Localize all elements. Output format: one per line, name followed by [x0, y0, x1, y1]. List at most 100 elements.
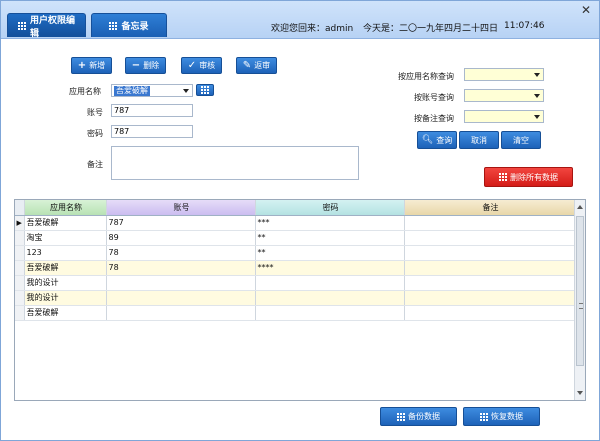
chevron-down-icon [183, 89, 189, 93]
cell-account[interactable] [106, 275, 256, 291]
cell-account[interactable]: 78 [106, 245, 256, 261]
account-label: 账号 [87, 108, 103, 117]
vertical-scrollbar[interactable] [574, 200, 585, 400]
note-textarea[interactable] [111, 146, 359, 180]
chevron-down-icon [534, 73, 540, 77]
cell-password[interactable]: **** [255, 260, 405, 276]
tab-label: 备忘录 [121, 22, 149, 32]
data-grid[interactable]: 应用名称 账号 密码 备注 ▶ 吾爱破解 787 *** 淘宝 89 ** 12… [14, 199, 586, 401]
cell-account[interactable]: 78 [106, 260, 256, 276]
table-row[interactable]: 吾爱破解 78 **** [15, 260, 576, 276]
column-header-password[interactable]: 密码 [255, 200, 405, 216]
welcome-text: 欢迎您回来：admin [271, 24, 354, 34]
table-row[interactable]: ▶ 吾爱破解 787 *** [15, 215, 576, 231]
chevron-down-icon [534, 115, 540, 119]
cell-password[interactable] [255, 305, 405, 321]
table-row[interactable]: 123 78 ** [15, 245, 576, 261]
app-name-select[interactable]: 吾爱破解 [111, 84, 193, 97]
query-app-select[interactable] [464, 68, 544, 81]
backup-button[interactable]: 备份数据 [380, 407, 457, 426]
row-indicator [15, 230, 25, 246]
password-label: 密码 [87, 129, 103, 138]
restore-button[interactable]: 恢复数据 [463, 407, 540, 426]
header-row: 应用名称 账号 密码 备注 [15, 200, 576, 216]
row-selected-indicator: ▶ [15, 215, 25, 231]
account-input[interactable]: 787 [111, 104, 193, 117]
cell-note[interactable] [404, 275, 576, 291]
cell-account[interactable]: 89 [106, 230, 256, 246]
cell-password[interactable] [255, 290, 405, 306]
add-button[interactable]: + 新增 [71, 57, 112, 74]
tab-memo[interactable]: 备忘录 [91, 13, 167, 37]
row-indicator [15, 260, 25, 276]
scroll-up-icon[interactable] [577, 205, 583, 209]
cell-app[interactable]: 123 [24, 245, 107, 261]
cell-note[interactable] [404, 305, 576, 321]
date-text: 今天是：二〇一九年四月二十四日 [363, 24, 499, 34]
cell-note[interactable] [404, 215, 576, 231]
table-row[interactable]: 我的设计 [15, 290, 576, 306]
row-indicator [15, 305, 25, 321]
cell-account[interactable] [106, 305, 256, 321]
cell-note[interactable] [404, 290, 576, 306]
query-by-app-label: 按应用名称查询 [398, 72, 454, 81]
column-header-account[interactable]: 账号 [106, 200, 256, 216]
app-list-button[interactable] [196, 84, 214, 96]
cell-app[interactable]: 淘宝 [24, 230, 107, 246]
column-header-app[interactable]: 应用名称 [24, 200, 107, 216]
clock-text: 11:07:46 [504, 21, 545, 31]
minus-icon: − [131, 59, 141, 71]
row-indicator [15, 275, 25, 291]
tab-user-permission[interactable]: 用户权限编辑 [7, 13, 86, 39]
delete-all-button[interactable]: 删除所有数据 [484, 167, 573, 187]
note-label: 备注 [87, 160, 103, 169]
cell-app[interactable]: 我的设计 [24, 290, 107, 306]
table-row[interactable]: 淘宝 89 ** [15, 230, 576, 246]
search-icon: 🔍︎ [421, 135, 434, 145]
cell-app[interactable]: 我的设计 [24, 275, 107, 291]
grid-icon [480, 412, 488, 421]
title-bar: 用户权限编辑 备忘录 欢迎您回来：admin 今天是：二〇一九年四月二十四日 1… [1, 1, 599, 39]
cell-note[interactable] [404, 230, 576, 246]
query-account-select[interactable] [464, 89, 544, 102]
scroll-down-icon[interactable] [577, 391, 583, 395]
cell-account[interactable] [106, 290, 256, 306]
tab-label: 用户权限编辑 [30, 15, 76, 39]
grid-icon [109, 21, 118, 30]
cell-password[interactable]: ** [255, 245, 405, 261]
cell-account[interactable]: 787 [106, 215, 256, 231]
query-button[interactable]: 🔍︎ 查询 [417, 131, 457, 149]
cell-app[interactable]: 吾爱破解 [24, 305, 107, 321]
grid-icon [499, 173, 507, 181]
cancel-button[interactable]: 取消 [459, 131, 499, 149]
row-indicator [15, 245, 25, 261]
query-note-select[interactable] [464, 110, 544, 123]
table-row[interactable]: 我的设计 [15, 275, 576, 291]
password-input[interactable]: 787 [111, 125, 193, 138]
unaudit-button[interactable]: ✎ 返审 [236, 57, 277, 74]
cell-password[interactable]: *** [255, 215, 405, 231]
app-name-label: 应用名称 [69, 87, 101, 96]
chevron-down-icon [534, 94, 540, 98]
edit-icon: ✎ [242, 59, 252, 71]
cell-note[interactable] [404, 245, 576, 261]
cell-note[interactable] [404, 260, 576, 276]
clear-button[interactable]: 清空 [501, 131, 541, 149]
check-icon: ✓ [187, 59, 197, 71]
audit-button[interactable]: ✓ 审核 [181, 57, 222, 74]
column-header-note[interactable]: 备注 [404, 200, 576, 216]
query-by-account-label: 按账号查询 [414, 93, 454, 102]
table-row[interactable]: 吾爱破解 [15, 305, 576, 321]
grip-icon [579, 303, 583, 309]
cell-app[interactable]: 吾爱破解 [24, 215, 107, 231]
cell-app[interactable]: 吾爱破解 [24, 260, 107, 276]
grid-icon [201, 86, 209, 94]
delete-button[interactable]: − 删除 [125, 57, 166, 74]
cell-password[interactable] [255, 275, 405, 291]
grid-icon [397, 412, 405, 421]
grid-icon [18, 21, 26, 30]
close-icon[interactable]: ✕ [581, 3, 591, 17]
scroll-thumb[interactable] [576, 216, 584, 366]
query-by-note-label: 按备注查询 [414, 114, 454, 123]
cell-password[interactable]: ** [255, 230, 405, 246]
